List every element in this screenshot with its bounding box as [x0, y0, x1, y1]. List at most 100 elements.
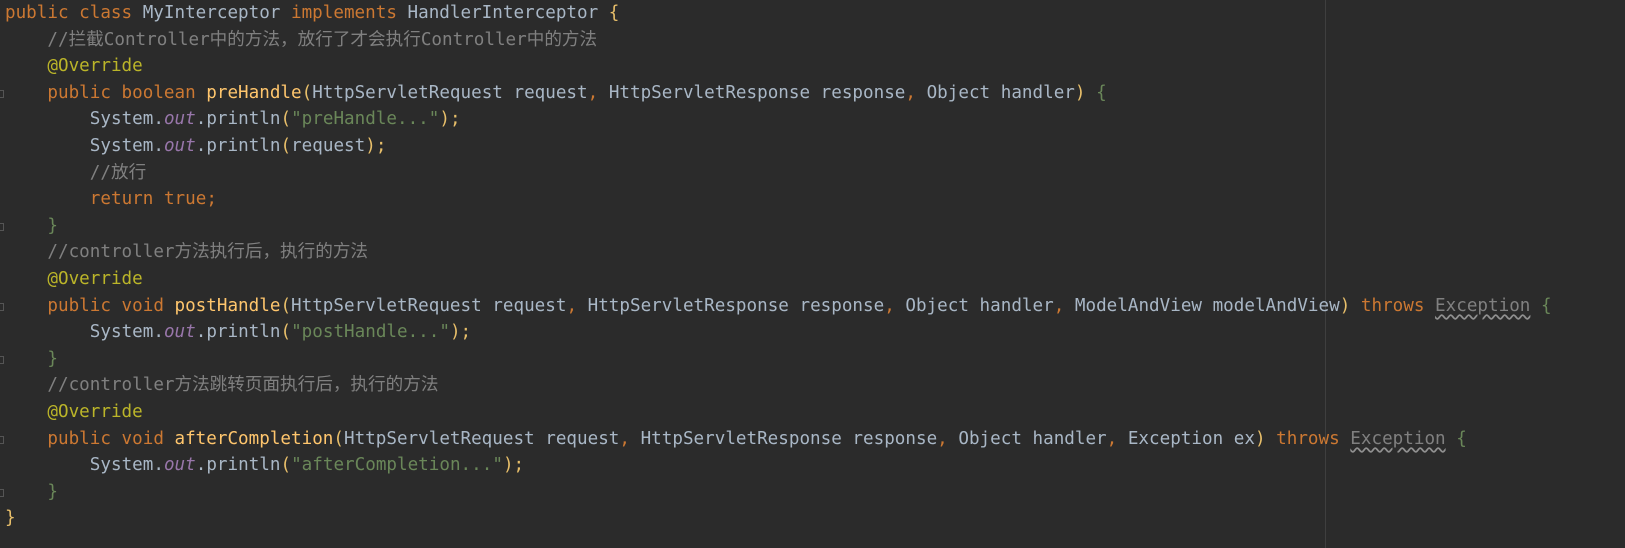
code-token: return true;	[89, 189, 217, 210]
code-token: (	[333, 428, 344, 449]
code-token: out	[163, 136, 196, 156]
code-token: ,	[905, 82, 927, 103]
code-token: out	[163, 109, 196, 130]
fold-gutter	[0, 0, 5, 548]
code-token: request	[291, 136, 366, 156]
code-line[interactable]: //放行	[90, 160, 146, 187]
code-token: public class	[5, 3, 143, 23]
code-token: afterCompletion	[174, 428, 334, 449]
code-line[interactable]: System.out.println("preHandle...");	[90, 106, 461, 133]
code-token: ,	[587, 82, 609, 103]
code-token: Object handler	[905, 295, 1054, 316]
code-token: HandlerInterceptor	[407, 3, 609, 23]
code-line[interactable]: public class MyInterceptor implements Ha…	[5, 0, 619, 27]
code-token: HttpServletResponse response	[587, 295, 885, 316]
code-token: HttpServletRequest request	[291, 295, 567, 316]
code-token: Exception ex	[1127, 428, 1255, 449]
code-line[interactable]: public void afterCompletion(HttpServletR…	[47, 426, 1466, 453]
code-line[interactable]: //拦截Controller中的方法，放行了才会执行Controller中的方法	[47, 27, 597, 54]
code-token: }	[47, 215, 58, 236]
code-line[interactable]: }	[47, 346, 58, 373]
code-token: preHandle	[206, 82, 302, 103]
fold-marker-icon[interactable]	[0, 222, 4, 231]
code-token: )	[1339, 295, 1361, 316]
code-token: HttpServletRequest request	[312, 82, 588, 103]
code-token: (	[280, 295, 292, 316]
code-token: out	[163, 455, 196, 476]
fold-marker-icon[interactable]	[0, 435, 4, 444]
code-token: {	[1096, 82, 1107, 103]
code-line[interactable]: }	[47, 213, 58, 240]
code-token: "afterCompletion..."	[291, 455, 503, 476]
code-line[interactable]: System.out.println(request);	[90, 133, 387, 160]
code-token: (	[301, 82, 313, 103]
code-line[interactable]: }	[47, 479, 58, 506]
code-token: }	[47, 348, 58, 369]
code-token: throws	[1276, 428, 1351, 449]
code-token: ,	[884, 295, 906, 316]
code-token: .println	[195, 109, 281, 130]
code-line[interactable]: public void postHandle(HttpServletReques…	[47, 293, 1551, 320]
code-token: @Override	[47, 56, 143, 77]
code-line[interactable]: @Override	[47, 53, 142, 80]
code-token: );	[502, 455, 525, 476]
code-token: public void	[47, 295, 175, 316]
code-token: Object handler	[958, 428, 1107, 449]
right-margin-guide	[1325, 0, 1326, 548]
code-line[interactable]: return true;	[90, 186, 217, 213]
code-token: MyInterceptor	[142, 3, 291, 23]
code-token: {	[608, 3, 620, 23]
code-line[interactable]: System.out.println("afterCompletion...")…	[90, 452, 524, 479]
code-line[interactable]: //controller方法执行后，执行的方法	[47, 239, 368, 266]
code-line[interactable]: @Override	[47, 266, 142, 293]
code-token: .println	[195, 322, 281, 343]
code-token: System.	[89, 109, 164, 130]
code-token: {	[1530, 295, 1552, 316]
code-token: throws	[1360, 295, 1436, 316]
code-token: ,	[937, 428, 959, 449]
code-token: System.	[89, 322, 164, 343]
code-token: ,	[1053, 295, 1075, 316]
code-token: );	[449, 322, 472, 343]
code-token: //controller方法执行后，执行的方法	[47, 242, 369, 263]
code-line[interactable]: //controller方法跳转页面执行后，执行的方法	[47, 372, 438, 399]
code-token: );	[439, 109, 461, 130]
code-line[interactable]: }	[5, 505, 16, 532]
code-token: public boolean	[47, 82, 207, 103]
fold-marker-icon[interactable]	[0, 488, 4, 497]
code-token: @Override	[47, 402, 143, 422]
code-line[interactable]: public boolean preHandle(HttpServletRequ…	[47, 80, 1106, 107]
code-token: out	[163, 322, 196, 343]
code-line[interactable]: System.out.println("postHandle...");	[90, 319, 471, 346]
code-token: ModelAndView modelAndView	[1074, 295, 1340, 316]
code-token: .println	[195, 455, 281, 476]
code-token: )	[1254, 428, 1277, 449]
fold-marker-icon[interactable]	[0, 302, 4, 311]
code-token: @Override	[47, 269, 143, 289]
code-token: //拦截Controller中的方法，放行了才会执行Controller中的方法	[47, 29, 598, 50]
code-token: ,	[619, 428, 641, 449]
code-token: }	[5, 508, 16, 529]
code-token: "preHandle..."	[291, 109, 440, 130]
code-token: implements	[291, 3, 408, 23]
code-editor[interactable]: public class MyInterceptor implements Ha…	[0, 0, 1625, 548]
code-token: Exception	[1435, 295, 1531, 316]
fold-marker-icon[interactable]	[0, 355, 4, 364]
code-token: System.	[89, 455, 164, 476]
code-token: HttpServletResponse response	[640, 428, 938, 449]
code-token: //放行	[89, 162, 147, 183]
code-token: )	[1074, 82, 1097, 103]
code-token: System.	[89, 136, 164, 156]
code-token: ,	[1106, 428, 1128, 449]
code-token: (	[280, 109, 292, 130]
code-token: (	[280, 136, 292, 156]
code-token: .println	[195, 136, 281, 156]
code-token: HttpServletRequest request	[343, 428, 620, 449]
code-line[interactable]: @Override	[47, 399, 142, 426]
code-token: }	[47, 481, 58, 502]
code-token: (	[280, 322, 292, 343]
code-token: HttpServletResponse response	[608, 82, 906, 103]
code-token: Object handler	[926, 82, 1075, 103]
code-token: Exception	[1350, 428, 1446, 449]
fold-marker-icon[interactable]	[0, 89, 4, 98]
